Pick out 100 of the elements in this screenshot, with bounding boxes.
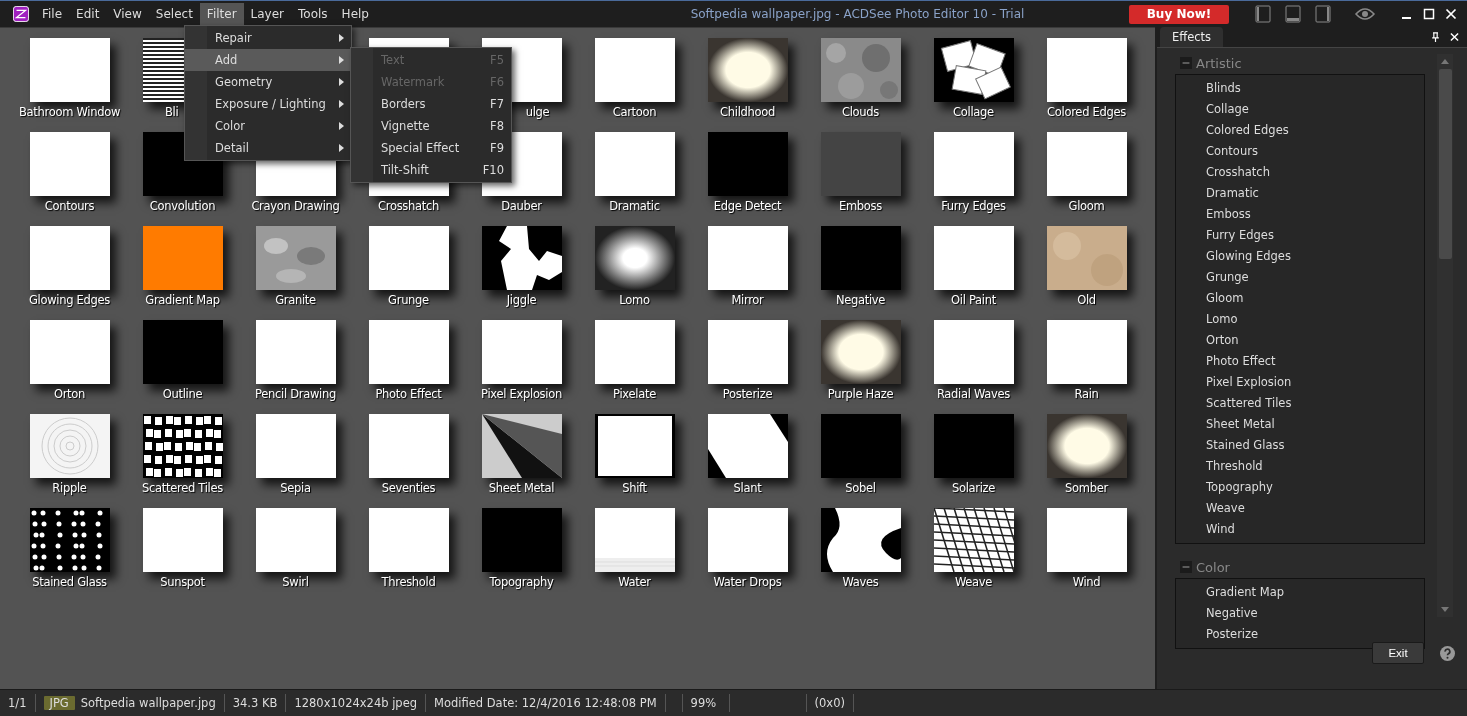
- effect-thumbnail[interactable]: [368, 226, 449, 290]
- effect-list-item[interactable]: Sheet Metal: [1206, 414, 1424, 435]
- effect-thumbnail[interactable]: [707, 320, 788, 384]
- menu-item[interactable]: Detail: [185, 137, 351, 159]
- effect-thumbnail[interactable]: [142, 414, 223, 478]
- effect-list-item[interactable]: Grunge: [1206, 267, 1424, 288]
- effect-thumbnail[interactable]: [707, 132, 788, 196]
- effect-thumbnail[interactable]: [142, 226, 223, 290]
- left-panel-layout-icon[interactable]: [1255, 5, 1271, 23]
- effect-thumbnail[interactable]: [820, 508, 901, 572]
- effect-thumbnail[interactable]: [255, 226, 336, 290]
- effect-thumbnail[interactable]: [820, 132, 901, 196]
- effect-thumbnail[interactable]: [1046, 414, 1127, 478]
- effect-list-item[interactable]: Orton: [1206, 330, 1424, 351]
- maximize-icon[interactable]: [1423, 8, 1435, 20]
- effect-thumbnail[interactable]: [29, 320, 110, 384]
- effect-thumbnail[interactable]: [933, 226, 1014, 290]
- effect-thumbnail[interactable]: [481, 508, 562, 572]
- right-panel-layout-icon[interactable]: [1315, 5, 1331, 23]
- menu-item[interactable]: File: [35, 3, 70, 25]
- effect-list-item[interactable]: Gradient Map: [1206, 582, 1424, 603]
- menu-item[interactable]: Vignette F8: [351, 115, 511, 137]
- effect-list-item[interactable]: Lomo: [1206, 309, 1424, 330]
- effect-list-item[interactable]: Scattered Tiles: [1206, 393, 1424, 414]
- buy-now-button[interactable]: Buy Now!: [1129, 4, 1229, 24]
- effect-list-item[interactable]: Pixel Explosion: [1206, 372, 1424, 393]
- effect-list-item[interactable]: Collage: [1206, 99, 1424, 120]
- effect-list-item[interactable]: Emboss: [1206, 204, 1424, 225]
- scrollbar[interactable]: [1437, 54, 1453, 617]
- effect-thumbnail[interactable]: [594, 226, 675, 290]
- effect-thumbnail[interactable]: [1046, 508, 1127, 572]
- close-icon[interactable]: [1445, 8, 1457, 20]
- menu-item[interactable]: Edit: [69, 3, 107, 25]
- effect-thumbnail[interactable]: [481, 414, 562, 478]
- effect-list-item[interactable]: Glowing Edges: [1206, 246, 1424, 267]
- effect-list-item[interactable]: Gloom: [1206, 288, 1424, 309]
- group-title[interactable]: Artistic: [1196, 55, 1242, 71]
- effects-tab[interactable]: Effects: [1160, 27, 1224, 47]
- effect-list-item[interactable]: Weave: [1206, 498, 1424, 519]
- menu-item[interactable]: Special Effect F9: [351, 137, 511, 159]
- effect-thumbnail[interactable]: [820, 414, 901, 478]
- effect-thumbnail[interactable]: [933, 132, 1014, 196]
- effect-thumbnail[interactable]: [368, 320, 449, 384]
- scroll-up-icon[interactable]: [1441, 59, 1449, 64]
- effect-thumbnail[interactable]: [933, 320, 1014, 384]
- menu-item[interactable]: Borders F7: [351, 93, 511, 115]
- collapse-icon[interactable]: [1180, 561, 1192, 573]
- effect-thumbnail[interactable]: [368, 414, 449, 478]
- effect-thumbnail[interactable]: [29, 508, 110, 572]
- help-icon[interactable]: [1440, 645, 1455, 661]
- effect-thumbnail[interactable]: [142, 320, 223, 384]
- effect-thumbnail[interactable]: [1046, 132, 1127, 196]
- effect-thumbnail[interactable]: [1046, 226, 1127, 290]
- effect-thumbnail[interactable]: [255, 414, 336, 478]
- menu-item[interactable]: Repair: [185, 27, 351, 49]
- effect-thumbnail[interactable]: [707, 414, 788, 478]
- menu-item[interactable]: Add: [185, 49, 351, 71]
- menu-item[interactable]: Geometry: [185, 71, 351, 93]
- effect-list-item[interactable]: Stained Glass: [1206, 435, 1424, 456]
- effect-thumbnail[interactable]: [255, 508, 336, 572]
- effect-list-item[interactable]: Posterize: [1206, 624, 1424, 645]
- menu-item[interactable]: Help: [334, 3, 376, 25]
- menu-item[interactable]: Tools: [291, 3, 335, 25]
- menu-item[interactable]: Exposure / Lighting: [185, 93, 351, 115]
- effect-list-item[interactable]: Threshold: [1206, 456, 1424, 477]
- effect-thumbnail[interactable]: [481, 320, 562, 384]
- menu-item[interactable]: Color: [185, 115, 351, 137]
- effect-thumbnail[interactable]: [707, 508, 788, 572]
- effect-thumbnail[interactable]: [933, 414, 1014, 478]
- pin-icon[interactable]: [1431, 32, 1440, 42]
- effect-thumbnail[interactable]: [594, 508, 675, 572]
- eye-icon[interactable]: [1355, 7, 1375, 21]
- menu-item[interactable]: Filter: [199, 3, 244, 25]
- effect-list-item[interactable]: Topography: [1206, 477, 1424, 498]
- effect-thumbnail[interactable]: [255, 320, 336, 384]
- effect-thumbnail[interactable]: [29, 226, 110, 290]
- menu-item[interactable]: Layer: [243, 3, 292, 25]
- effect-thumbnail[interactable]: [707, 226, 788, 290]
- effect-thumbnail[interactable]: [820, 38, 901, 102]
- effect-thumbnail[interactable]: [820, 320, 901, 384]
- effect-thumbnail[interactable]: [933, 508, 1014, 572]
- exit-button[interactable]: Exit: [1372, 642, 1424, 664]
- effect-thumbnail[interactable]: [1046, 320, 1127, 384]
- menu-item[interactable]: Tilt-Shift F10: [351, 159, 511, 181]
- effect-list-item[interactable]: Contours: [1206, 141, 1424, 162]
- effect-thumbnail[interactable]: [29, 38, 110, 102]
- effect-list-item[interactable]: Dramatic: [1206, 183, 1424, 204]
- close-icon[interactable]: [1450, 32, 1459, 42]
- bottom-panel-layout-icon[interactable]: [1285, 5, 1301, 23]
- effect-thumbnail[interactable]: [820, 226, 901, 290]
- effect-list-item[interactable]: Negative: [1206, 603, 1424, 624]
- effect-list-item[interactable]: Photo Effect: [1206, 351, 1424, 372]
- collapse-icon[interactable]: [1180, 57, 1192, 69]
- effect-thumbnail[interactable]: [29, 414, 110, 478]
- effect-list-item[interactable]: Crosshatch: [1206, 162, 1424, 183]
- effect-thumbnail[interactable]: [933, 38, 1014, 102]
- effect-list-item[interactable]: Wind: [1206, 519, 1424, 540]
- effect-thumbnail[interactable]: [29, 132, 110, 196]
- effect-thumbnail[interactable]: [594, 132, 675, 196]
- effect-list-item[interactable]: Colored Edges: [1206, 120, 1424, 141]
